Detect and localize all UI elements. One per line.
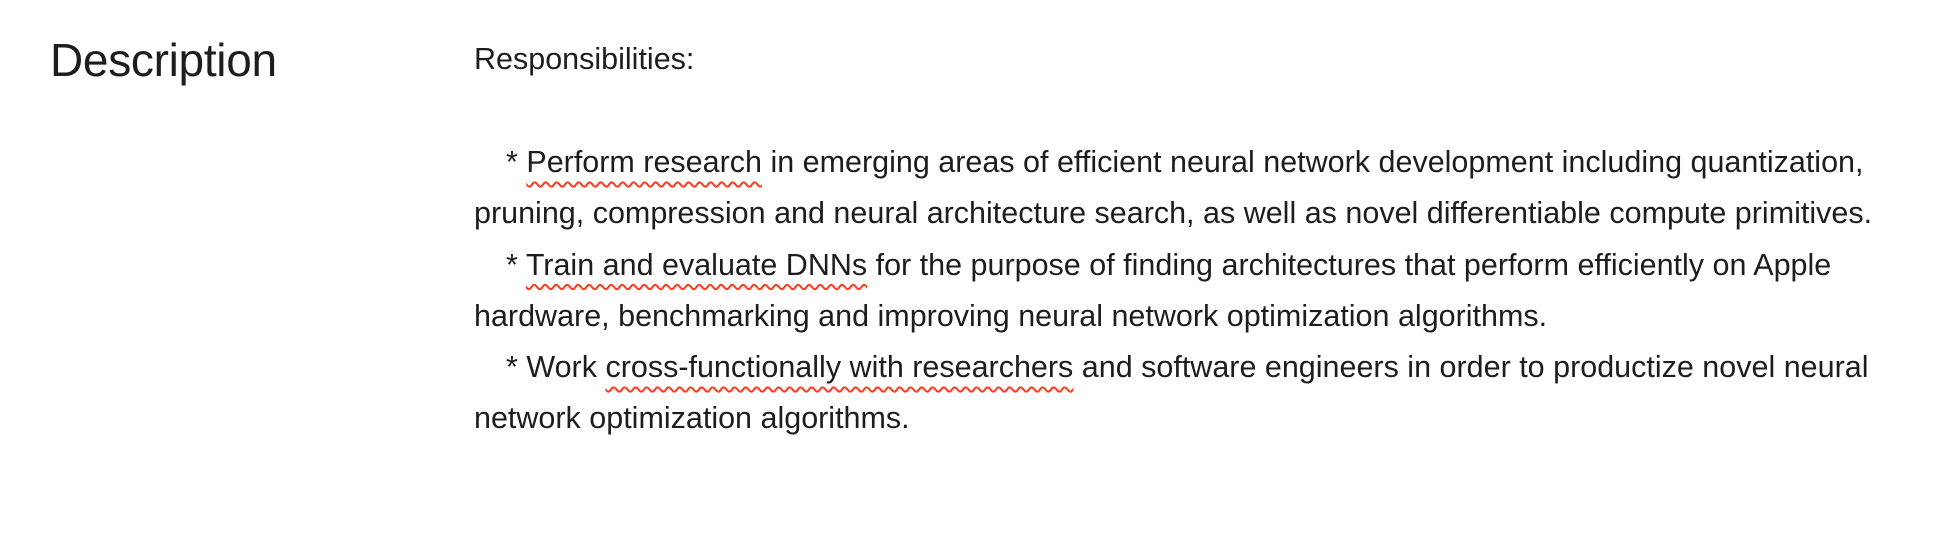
bullet-marker: * (506, 247, 518, 282)
bullet-marker: * (506, 145, 518, 179)
list-item: * Train and evaluate DNNs for the purpos… (474, 240, 1914, 343)
highlighted-phrase: Train and evaluate DNNs (525, 247, 868, 282)
highlighted-phrase: cross-functionally with researchers (605, 350, 1074, 385)
section-title: Description (50, 34, 277, 86)
list-item: * Perform research in emerging areas of … (474, 137, 1914, 240)
highlighted-phrase: Perform research (526, 145, 762, 179)
bullet-marker: * (506, 350, 518, 385)
responsibilities-heading: Responsibilities: (474, 42, 695, 76)
responsibilities-list: * Perform research in emerging areas of … (474, 137, 1914, 445)
list-item: * Work cross-functionally with researche… (474, 342, 1914, 445)
bullet-lead: Work (526, 350, 606, 385)
description-section: Description Responsibilities: * Perform … (0, 0, 1936, 540)
